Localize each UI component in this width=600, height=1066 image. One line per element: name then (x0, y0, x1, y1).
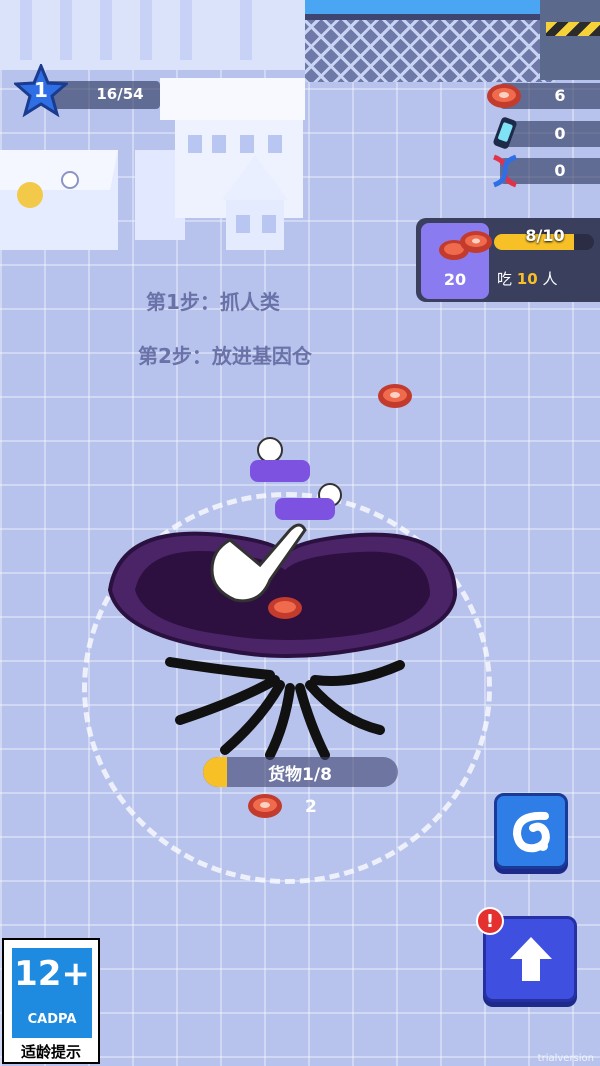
cadpa-age-badge: 12+ CADPA 适龄提示 (2, 938, 100, 1064)
eat-progress-text: 8/10 (525, 226, 565, 245)
skill-button[interactable] (494, 793, 568, 869)
cargo-label: 货物1/8 (268, 765, 332, 785)
eat-reward-count: 20 (443, 270, 467, 289)
tutorial-step-1: 第1步：抓人类 (146, 290, 280, 314)
tutorial-step-2: 第2步：放进基因仓 (138, 344, 312, 368)
age-tip: 适龄提示 (20, 1043, 81, 1061)
alert-badge: ! (476, 907, 504, 935)
meat-icon (487, 84, 521, 108)
eat-objective-prefix: 吃 (497, 270, 513, 288)
chain-fence (305, 14, 555, 82)
eat-objective-number: 10 (516, 270, 538, 288)
battery-icon (493, 117, 517, 149)
eat-objective: 吃 10 人 (497, 268, 557, 289)
carried-meat-count: 2 (305, 797, 317, 817)
cargo-progress-fill (203, 757, 228, 787)
level-progress-text: 16/54 (96, 85, 144, 103)
dna-icon (492, 154, 518, 188)
gate-structure (540, 0, 600, 80)
hazard-stripe (546, 22, 600, 36)
dna-count: 0 (554, 161, 566, 180)
meat-count: 6 (554, 86, 566, 105)
level-number: 1 (34, 78, 48, 102)
age-rating: 12+ (14, 954, 90, 994)
arrow-up-icon (510, 937, 552, 981)
meat-pickup-icon[interactable] (376, 382, 414, 410)
eat-objective-suffix: 人 (542, 270, 558, 288)
swirl-icon (512, 811, 550, 853)
watermark: trialversion (537, 1053, 594, 1064)
meat-icon (248, 794, 282, 818)
city-buildings (0, 0, 310, 250)
meat-stack-icon (439, 231, 492, 260)
battery-count: 0 (554, 124, 566, 143)
player-monster[interactable] (100, 430, 470, 760)
rating-org: CADPA (27, 1012, 77, 1027)
